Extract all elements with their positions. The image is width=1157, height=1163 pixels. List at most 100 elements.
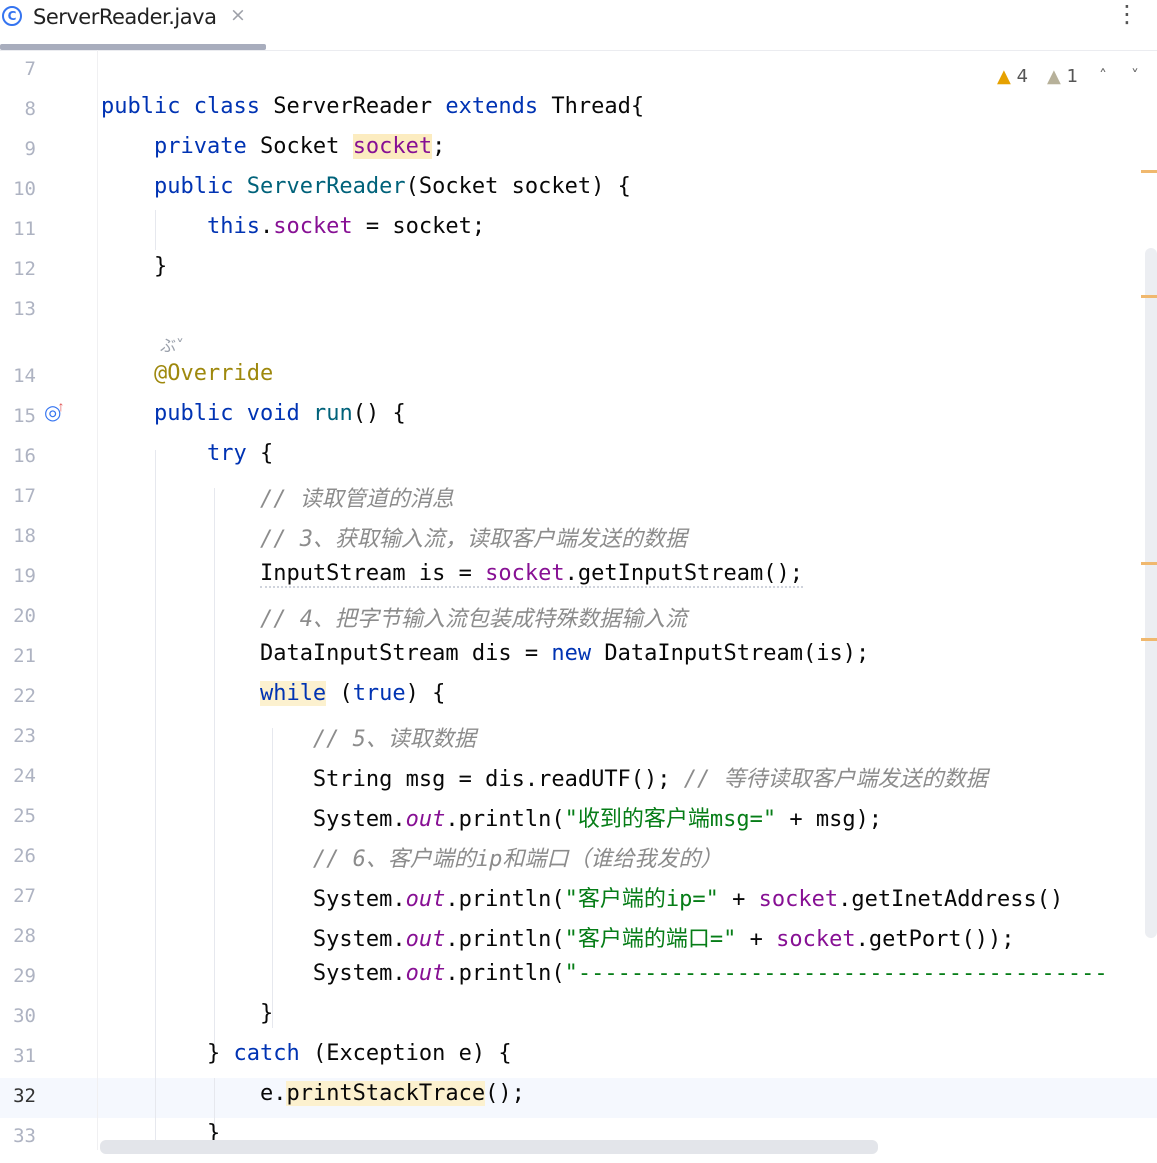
warning-stripe-marker[interactable] bbox=[1141, 638, 1157, 641]
line-number: 7 bbox=[24, 58, 36, 80]
line-number: 25 bbox=[13, 805, 36, 827]
punctuation: () { bbox=[352, 401, 406, 426]
code-line-22[interactable]: while (true) { bbox=[101, 681, 445, 706]
line-number: 22 bbox=[13, 685, 36, 707]
line-number: 27 bbox=[13, 885, 36, 907]
statement: System. bbox=[312, 807, 406, 832]
statement: System. bbox=[312, 927, 406, 952]
line-number: 11 bbox=[13, 218, 36, 240]
code-line-24[interactable]: String msg = dis.readUTF(); // 等待读取客户端发送… bbox=[101, 761, 988, 793]
keyword: new bbox=[551, 641, 592, 666]
type-name: Socket bbox=[259, 134, 340, 159]
inspection-widget[interactable]: ▲ 4 ▲ 1 ˄ ˅ bbox=[997, 66, 1147, 94]
code-line-16[interactable]: try { bbox=[101, 441, 273, 466]
keyword: void bbox=[246, 401, 300, 426]
code-line-31[interactable]: } catch (Exception e) { bbox=[101, 1041, 512, 1066]
code-editor[interactable]: ▲ 4 ▲ 1 ˄ ˅ 7 8 9 10 11 12 13 14 15 16 1… bbox=[0, 50, 1157, 1163]
java-class-icon: C bbox=[2, 6, 22, 26]
brace: } bbox=[206, 1041, 234, 1066]
statement: .println( bbox=[445, 927, 565, 952]
statement: .getInetAddress() bbox=[838, 887, 1064, 912]
next-highlight-icon[interactable]: ˅ bbox=[1131, 66, 1139, 85]
keyword: private bbox=[153, 134, 247, 159]
comment: // 4、把字节输入流包装成特殊数据输入流 bbox=[259, 607, 687, 632]
override-method-icon[interactable]: ◎↑ bbox=[44, 398, 68, 425]
previous-highlight-icon[interactable]: ˄ bbox=[1099, 66, 1107, 85]
comment: // 等待读取客户端发送的数据 bbox=[683, 767, 988, 792]
warning-icon: ▲ bbox=[997, 66, 1011, 87]
warning-stripe-marker[interactable] bbox=[1141, 562, 1157, 565]
line-number: 18 bbox=[13, 525, 36, 547]
tab-serverreader-java[interactable]: C ServerReader.java × bbox=[0, 0, 266, 50]
statement: + bbox=[718, 887, 759, 912]
static-field: out bbox=[405, 927, 446, 952]
line-number: 20 bbox=[13, 605, 36, 627]
vertical-scrollbar[interactable] bbox=[1145, 248, 1157, 938]
string-literal: "收到的客户端msg=" bbox=[564, 807, 777, 832]
line-number: 13 bbox=[13, 298, 36, 320]
tab-title: ServerReader.java bbox=[33, 5, 217, 29]
warning-underline: InputStream is = socket.getInputStream()… bbox=[259, 561, 804, 588]
parameters: (Socket socket) { bbox=[405, 174, 631, 199]
method-name: run bbox=[312, 401, 353, 426]
string-literal: "---------------------------------------… bbox=[564, 961, 1108, 986]
line-number: 21 bbox=[13, 645, 36, 667]
statement: DataInputStream(is); bbox=[591, 641, 870, 666]
line-number: 15 bbox=[13, 405, 36, 427]
keyword: try bbox=[206, 441, 247, 466]
code-line-15[interactable]: public void run() { bbox=[101, 401, 406, 426]
code-vision-hint-icon[interactable]: ぶ˅ bbox=[160, 332, 184, 356]
code-line-18[interactable]: // 3、获取输入流，读取客户端发送的数据 bbox=[101, 521, 687, 553]
keyword: public bbox=[101, 94, 181, 119]
code-line-10[interactable]: public ServerReader(Socket socket) { bbox=[101, 174, 631, 199]
code-line-20[interactable]: // 4、把字节输入流包装成特殊数据输入流 bbox=[101, 601, 687, 633]
code-line-27[interactable]: System.out.println("客户端的ip=" + socket.ge… bbox=[101, 881, 1063, 913]
code-line-14[interactable]: @Override bbox=[101, 361, 273, 386]
static-field: out bbox=[405, 961, 446, 986]
weak-warning-icon: ▲ bbox=[1047, 66, 1061, 87]
statement: .getInputStream(); bbox=[564, 561, 804, 586]
code-line-28[interactable]: System.out.println("客户端的端口=" + socket.ge… bbox=[101, 921, 1015, 953]
superclass: Thread{ bbox=[551, 94, 645, 119]
punctuation: . bbox=[259, 214, 274, 239]
code-line-21[interactable]: DataInputStream dis = new DataInputStrea… bbox=[101, 641, 869, 666]
keyword: class bbox=[193, 94, 260, 119]
field-name: socket bbox=[776, 927, 856, 952]
code-line-25[interactable]: System.out.println("收到的客户端msg=" + msg); bbox=[101, 801, 882, 833]
code-line-9[interactable]: private Socket socket; bbox=[101, 134, 445, 159]
keyword: extends bbox=[445, 94, 539, 119]
close-icon[interactable]: × bbox=[230, 4, 246, 26]
keyword: true bbox=[352, 681, 406, 706]
code-line-32[interactable]: e.printStackTrace(); bbox=[101, 1081, 525, 1106]
statement: String msg = dis.readUTF(); bbox=[312, 767, 684, 792]
line-number: 31 bbox=[13, 1045, 36, 1067]
code-line-19[interactable]: InputStream is = socket.getInputStream()… bbox=[101, 561, 804, 588]
code-line-8[interactable]: public class ServerReader extends Thread… bbox=[101, 94, 644, 119]
line-number: 8 bbox=[24, 98, 36, 120]
code-line-17[interactable]: // 读取管道的消息 bbox=[101, 481, 454, 513]
more-options-icon[interactable]: ⋮ bbox=[1115, 2, 1139, 26]
code-line-26[interactable]: // 6、客户端的ip和端口（谁给我发的） bbox=[101, 841, 722, 873]
weak-warnings-counter[interactable]: ▲ 1 bbox=[1047, 66, 1078, 87]
horizontal-scrollbar[interactable] bbox=[100, 1140, 878, 1154]
warning-stripe-marker[interactable] bbox=[1141, 295, 1157, 298]
statement: System. bbox=[312, 961, 406, 986]
field-name: socket bbox=[758, 887, 839, 912]
comment: // 5、读取数据 bbox=[312, 727, 476, 752]
code-line-30[interactable]: } bbox=[101, 1001, 273, 1026]
code-line-12[interactable]: } bbox=[101, 254, 167, 279]
line-number: 33 bbox=[13, 1125, 36, 1147]
punctuation: ) { bbox=[405, 681, 446, 706]
warning-stripe-marker[interactable] bbox=[1141, 170, 1157, 173]
statement: .println( bbox=[445, 961, 565, 986]
code-line-29[interactable]: System.out.println("--------------------… bbox=[101, 961, 1108, 986]
line-number: 17 bbox=[13, 485, 36, 507]
comment: // 3、获取输入流，读取客户端发送的数据 bbox=[259, 527, 687, 552]
string-literal: "客户端的端口=" bbox=[564, 927, 737, 952]
punctuation: ; bbox=[432, 134, 446, 159]
line-number: 9 bbox=[24, 138, 36, 160]
code-line-23[interactable]: // 5、读取数据 bbox=[101, 721, 476, 753]
code-line-11[interactable]: this.socket = socket; bbox=[101, 214, 485, 239]
line-number: 28 bbox=[13, 925, 36, 947]
warnings-counter[interactable]: ▲ 4 bbox=[997, 66, 1028, 87]
